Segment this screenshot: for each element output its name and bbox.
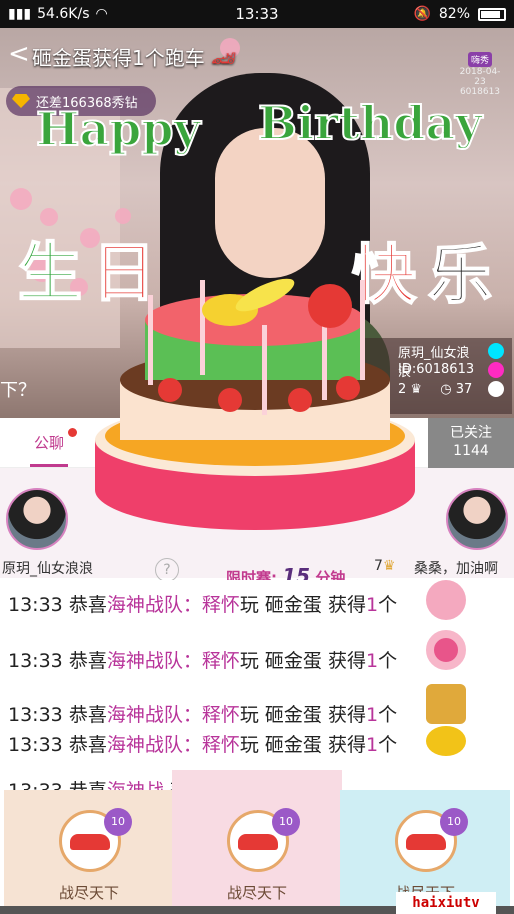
color-dots bbox=[488, 340, 510, 400]
white-dot bbox=[488, 381, 504, 397]
host-name: 原玥_仙女浪浪 bbox=[398, 346, 470, 380]
gift-banner-text: 砸金蛋获得1个跑车 bbox=[32, 46, 205, 70]
blossom-icon bbox=[10, 188, 32, 210]
right-streamer-name: 桑桑，加油啊 bbox=[414, 561, 498, 577]
chat-team[interactable]: 海神战队： bbox=[107, 704, 202, 726]
gift-card[interactable]: 10 战尽天下 bbox=[172, 770, 342, 914]
balloon-icon bbox=[426, 580, 466, 620]
chat-prefix: 恭喜 bbox=[68, 734, 107, 756]
chat-game: 砸金蛋 bbox=[264, 594, 322, 616]
logo-date: 2018-04-23 bbox=[459, 67, 501, 87]
battery-icon bbox=[478, 7, 506, 21]
left-streamer-name: 原玥_仙女浪浪 bbox=[2, 561, 93, 577]
chat-row: 13:33 恭喜海神战队：释怀玩 砸金蛋 获得1个 bbox=[8, 700, 397, 730]
host-time: 37 bbox=[455, 382, 473, 397]
chat-prefix: 恭喜 bbox=[68, 594, 107, 616]
chat-unit: 个 bbox=[378, 650, 398, 672]
crown-icon: ♛ bbox=[410, 382, 423, 397]
gift-count-badge: 10 bbox=[104, 808, 132, 836]
chat-time: 13:33 bbox=[8, 650, 63, 672]
birthday-text: Birthday bbox=[257, 95, 483, 151]
magenta-dot bbox=[488, 362, 504, 378]
chat-count: 1 bbox=[366, 650, 379, 672]
streamer-body bbox=[150, 308, 390, 418]
chat-time: 13:33 bbox=[8, 704, 63, 726]
sports-car-icon bbox=[406, 834, 446, 850]
watermark: haixiutv bbox=[396, 892, 496, 914]
happy-text: Happy bbox=[35, 101, 201, 157]
sports-car-icon bbox=[70, 834, 110, 850]
chat-team[interactable]: 海神战队： bbox=[107, 734, 202, 756]
chat-team[interactable]: 海神战队： bbox=[107, 594, 202, 616]
chat-row: 13:33 恭喜海神战队：释怀玩 砸金蛋 获得1个 bbox=[8, 646, 397, 676]
gift-banner: 砸金蛋获得1个跑车 🏎 bbox=[28, 42, 244, 72]
chat-verb: 玩 bbox=[239, 704, 259, 726]
chat-get: 获得 bbox=[327, 594, 366, 616]
chat-game: 砸金蛋 bbox=[264, 650, 322, 672]
diamond-icon bbox=[12, 94, 30, 108]
chat-verb: 玩 bbox=[239, 734, 259, 756]
ri-text: 日 bbox=[91, 235, 157, 312]
unread-dot bbox=[68, 428, 77, 437]
coin-icon bbox=[426, 726, 466, 756]
cyan-dot bbox=[488, 343, 504, 359]
chat-verb: 玩 bbox=[239, 594, 259, 616]
donut-icon bbox=[426, 630, 466, 670]
left-avatar[interactable] bbox=[6, 488, 68, 550]
sports-car-icon bbox=[238, 834, 278, 850]
chat-user[interactable]: 释怀 bbox=[202, 650, 240, 672]
chat-prefix: 恭喜 bbox=[68, 704, 107, 726]
chat-time: 13:33 bbox=[8, 594, 63, 616]
gift-label: 战尽天下 bbox=[226, 884, 287, 902]
gift-count-badge: 10 bbox=[272, 808, 300, 836]
truncated-text: 下？ bbox=[0, 380, 36, 401]
chat-unit: 个 bbox=[378, 734, 398, 756]
chat-list: 13:33 恭喜海神战队：释怀玩 砸金蛋 获得1个 13:33 恭喜海神战队：释… bbox=[0, 580, 514, 790]
right-level: 7 bbox=[374, 558, 383, 574]
chat-get: 获得 bbox=[327, 704, 366, 726]
chat-user[interactable]: 释怀 bbox=[202, 594, 240, 616]
chat-count: 1 bbox=[366, 594, 379, 616]
le-text: 乐 bbox=[427, 237, 493, 314]
follow-button[interactable]: 已关注 1144 bbox=[428, 418, 514, 468]
chat-count: 1 bbox=[366, 704, 379, 726]
chat-verb: 玩 bbox=[239, 650, 259, 672]
sports-car-icon: 🏎 bbox=[211, 46, 237, 70]
follow-label: 已关注 bbox=[450, 425, 492, 441]
chat-user[interactable]: 释怀 bbox=[202, 704, 240, 726]
chat-unit: 个 bbox=[378, 594, 398, 616]
status-bar: ▮▮▮ 54.6K/s ◠ 13:33 🔕 82% bbox=[0, 0, 514, 28]
chat-get: 获得 bbox=[327, 650, 366, 672]
gift-card[interactable]: 10 战尽天下 bbox=[4, 790, 174, 914]
right-level-wrap: 7♛ bbox=[374, 558, 395, 574]
app-logo-badge: 嗨秀 bbox=[467, 52, 492, 67]
chat-row: 13:33 恭喜海神战队：释怀玩 砸金蛋 获得1个 bbox=[8, 590, 397, 620]
gift-count-badge: 10 bbox=[440, 808, 468, 836]
chat-prefix: 恭喜 bbox=[68, 650, 107, 672]
kuai-text: 快 bbox=[351, 237, 417, 314]
chat-time: 13:33 bbox=[8, 734, 63, 756]
help-icon[interactable]: ? bbox=[155, 558, 179, 582]
app-logo: 嗨秀 2018-04-23 6018613 bbox=[455, 52, 505, 97]
streamer-face bbox=[215, 128, 325, 278]
beer-mug-icon bbox=[426, 684, 466, 724]
clock-icon: ◷ bbox=[440, 382, 452, 397]
chat-count: 1 bbox=[366, 734, 379, 756]
tab-public-chat[interactable]: 公聊 bbox=[29, 432, 69, 467]
chat-get: 获得 bbox=[327, 734, 366, 756]
clock: 13:33 bbox=[235, 5, 279, 23]
chat-game: 砸金蛋 bbox=[264, 704, 322, 726]
chat-team[interactable]: 海神战队： bbox=[107, 650, 202, 672]
sheng-text: 生 bbox=[17, 235, 83, 312]
pk-strip: 原玥_仙女浪浪 7♛ 桑桑，加油啊 ? 限时赛: 15 分钟 ︽ bbox=[0, 468, 514, 605]
chat-unit: 个 bbox=[378, 704, 398, 726]
crown-icon: ♛ bbox=[382, 558, 396, 574]
gift-label: 战尽天下 bbox=[58, 884, 119, 902]
chat-game: 砸金蛋 bbox=[264, 734, 322, 756]
host-level: 2 bbox=[398, 382, 407, 397]
follow-count: 1144 bbox=[453, 443, 489, 459]
chat-user[interactable]: 释怀 bbox=[202, 734, 240, 756]
right-avatar[interactable] bbox=[446, 488, 508, 550]
chat-row: 13:33 恭喜海神战队：释怀玩 砸金蛋 获得1个 bbox=[8, 730, 397, 760]
